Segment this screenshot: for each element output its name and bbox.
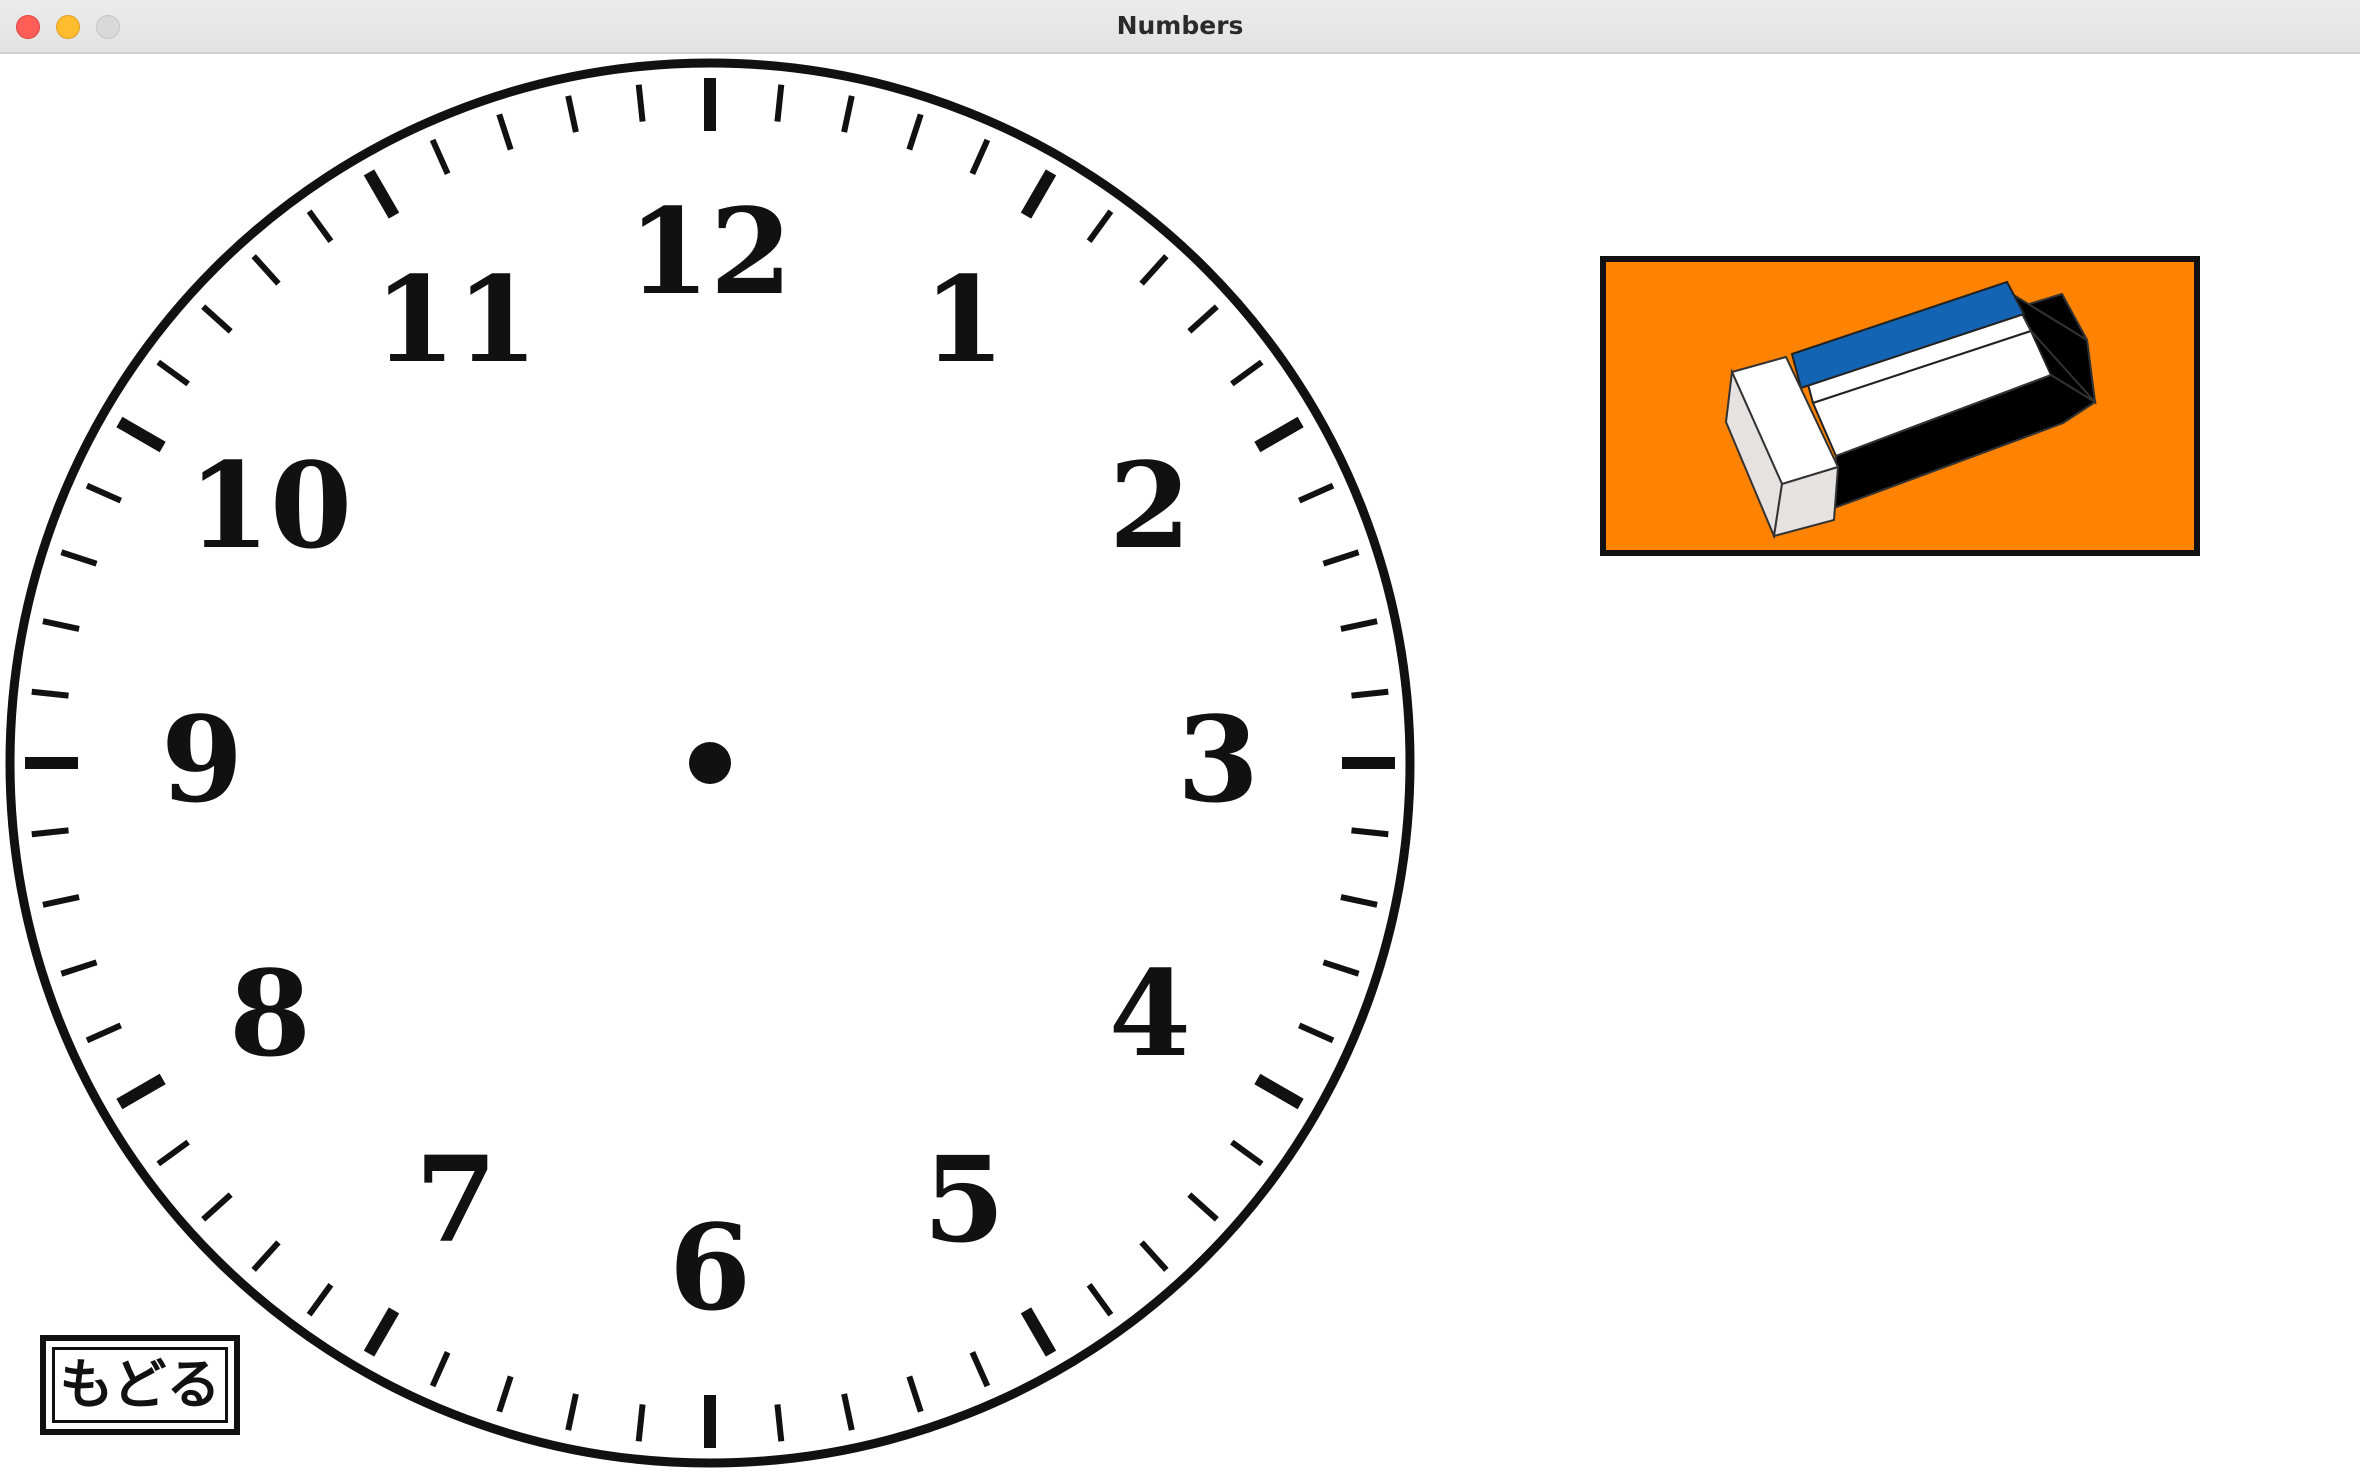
clock-numeral: 9 bbox=[161, 690, 243, 829]
clock-tick bbox=[1351, 827, 1389, 838]
clock-numeral: 10 bbox=[188, 436, 352, 575]
clock-face[interactable]: 12 12 3 45 6 78 9 1011 bbox=[0, 54, 1420, 1474]
clock-tick bbox=[635, 84, 646, 122]
app-window: Numbers 12 1 2 3 4 5 6 7 8 9 10 11 もどる bbox=[0, 0, 2360, 1474]
clock-numeral: 4 bbox=[1109, 944, 1191, 1083]
clock-numeral: 2 bbox=[1109, 436, 1191, 575]
clock-numeral: 12 bbox=[628, 182, 792, 321]
clock-tick bbox=[1351, 688, 1389, 699]
clock-numeral: 5 bbox=[923, 1130, 1005, 1269]
eraser-button[interactable] bbox=[1600, 256, 2200, 556]
clock-tick bbox=[774, 1404, 785, 1442]
clock-numeral: 11 bbox=[374, 250, 538, 389]
eraser-icon bbox=[1724, 280, 2097, 540]
clock-numeral: 3 bbox=[1177, 690, 1259, 829]
back-button-frame: もどる bbox=[52, 1347, 228, 1423]
clock-numeral: 6 bbox=[669, 1198, 751, 1337]
clock-tick bbox=[31, 688, 69, 699]
clock-numeral: 7 bbox=[415, 1130, 497, 1269]
back-button-label: もどる bbox=[59, 1353, 221, 1416]
clock-numeral: 1 bbox=[923, 250, 1005, 389]
clock-tick bbox=[774, 84, 785, 122]
clock-numeral: 8 bbox=[229, 944, 311, 1083]
window-title: Numbers bbox=[1116, 11, 1244, 40]
clock-center-dot bbox=[689, 742, 731, 784]
back-button[interactable]: もどる bbox=[40, 1335, 240, 1435]
clock-tick bbox=[635, 1404, 646, 1442]
clock-tick bbox=[31, 827, 69, 838]
title-bar: Numbers bbox=[0, 0, 2360, 54]
